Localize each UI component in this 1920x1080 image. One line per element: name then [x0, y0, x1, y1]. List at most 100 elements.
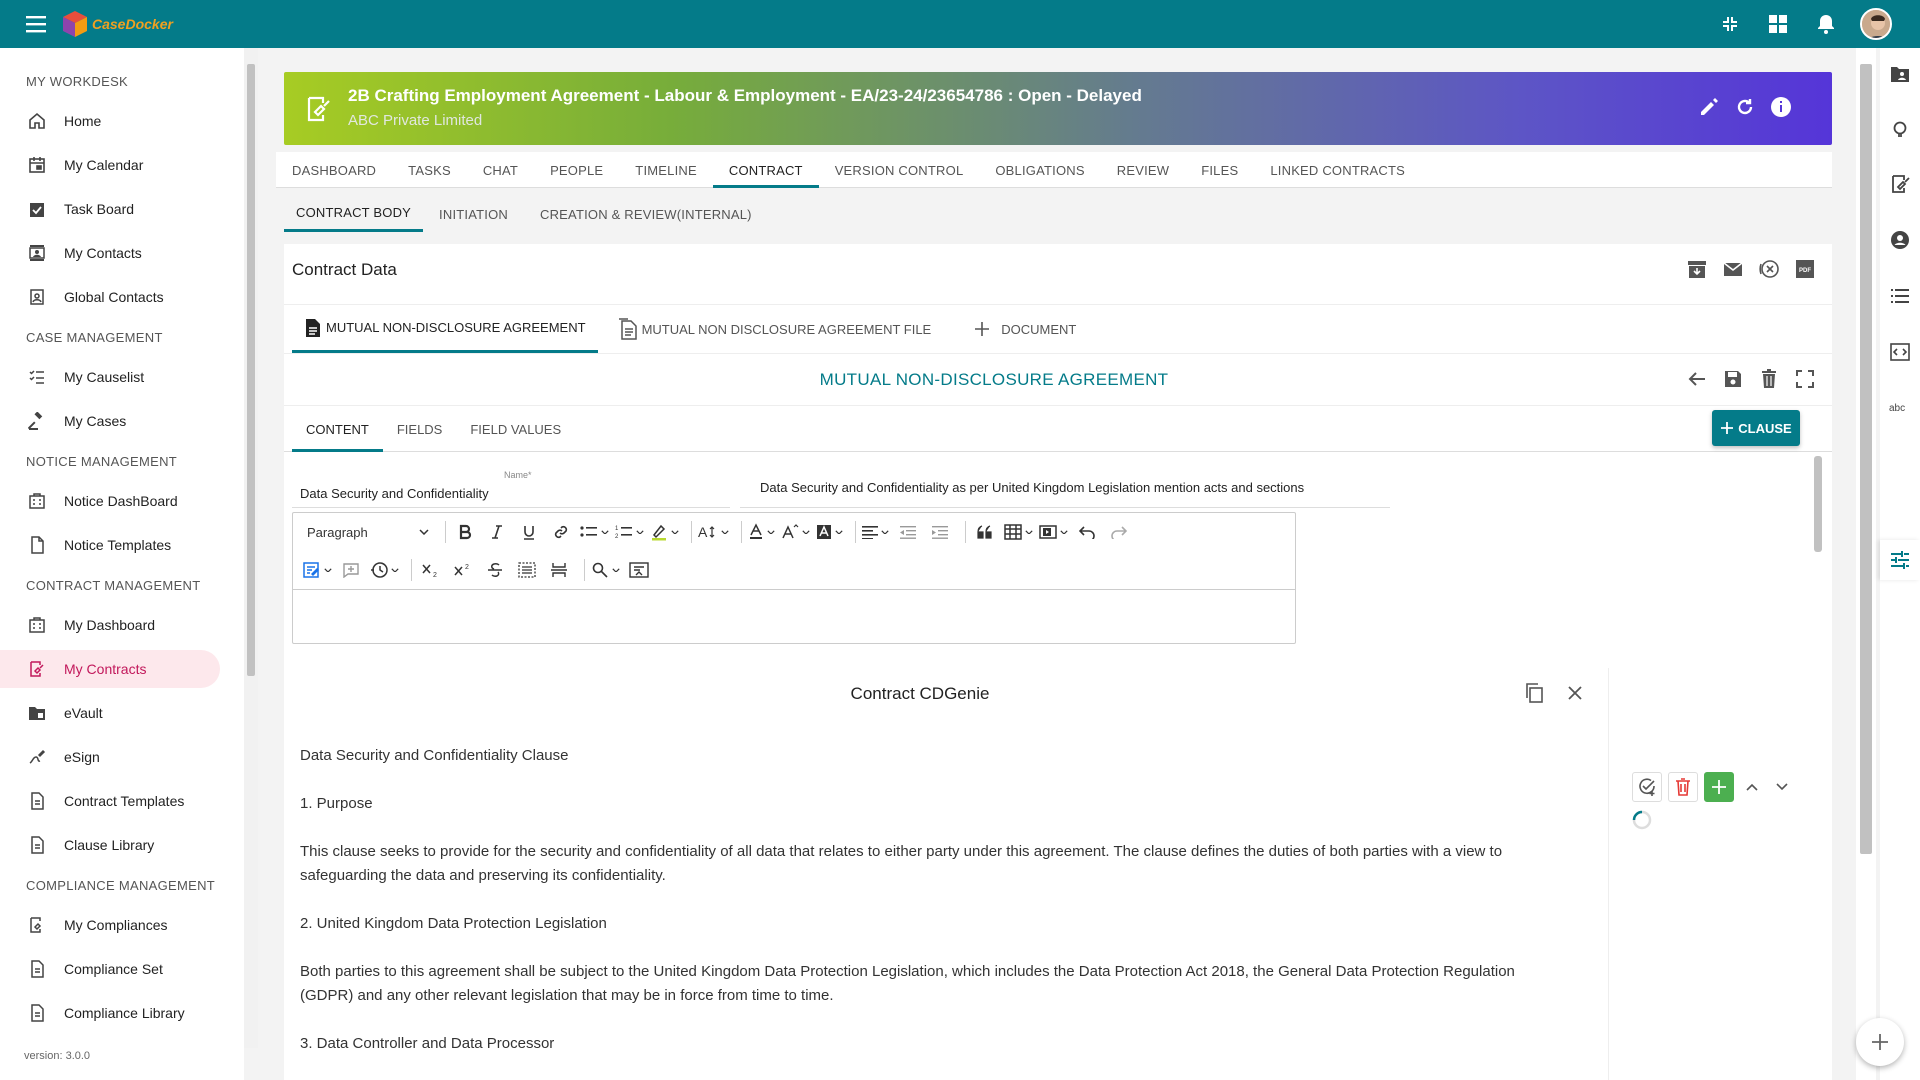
fullscreen-icon[interactable] — [1794, 368, 1816, 390]
tab-obligations[interactable]: OBLIGATIONS — [979, 152, 1100, 188]
spellcheck-icon[interactable]: abc — [1888, 396, 1912, 420]
add-clause-item-button[interactable] — [1704, 772, 1734, 802]
move-down-button[interactable] — [1770, 775, 1794, 799]
add-comment-button[interactable] — [338, 555, 364, 585]
sidebar-item-my-contracts[interactable]: My Contracts — [0, 650, 220, 688]
refresh-icon[interactable] — [1734, 96, 1756, 118]
save-icon[interactable] — [1722, 368, 1744, 390]
outdent-button[interactable] — [895, 517, 921, 547]
tab-linked-contracts[interactable]: LINKED CONTRACTS — [1254, 152, 1421, 188]
font-family-button[interactable] — [781, 517, 810, 547]
sidebar-scrollbar[interactable] — [244, 48, 258, 1048]
bulleted-list-button[interactable] — [580, 517, 609, 547]
main-scrollbar[interactable] — [1856, 48, 1876, 1080]
clause-name-field[interactable]: Name* Data Security and Confidentiality — [292, 468, 730, 508]
editor-content-area[interactable] — [293, 589, 1295, 643]
sidebar-item-compliance-set[interactable]: Compliance Set — [0, 950, 220, 988]
sidebar-item-home[interactable]: Home — [0, 102, 220, 140]
undo-button[interactable] — [1074, 517, 1100, 547]
blockquote-button[interactable] — [972, 517, 998, 547]
underline-button[interactable] — [516, 517, 542, 547]
back-arrow-icon[interactable] — [1686, 368, 1708, 390]
sidebar-item-my-compliances[interactable]: My Compliances — [0, 906, 220, 944]
highlight-button[interactable] — [650, 517, 679, 547]
tab-tasks[interactable]: TASKS — [392, 152, 467, 188]
tab-files[interactable]: FILES — [1185, 152, 1254, 188]
sidebar-item-global-contacts[interactable]: Global Contacts — [0, 278, 220, 316]
tab-agreement-file[interactable]: MUTUAL NON DISCLOSURE AGREEMENT FILE — [606, 305, 944, 353]
indent-button[interactable] — [927, 517, 953, 547]
approve-clause-button[interactable] — [1632, 772, 1662, 802]
tab-agreement[interactable]: MUTUAL NON-DISCLOSURE AGREEMENT — [292, 305, 598, 353]
move-up-button[interactable] — [1740, 775, 1764, 799]
account-circle-icon[interactable] — [1888, 228, 1912, 252]
notification-bell-icon[interactable] — [1812, 10, 1840, 38]
bold-button[interactable] — [452, 517, 478, 547]
superscript-button[interactable]: 2 — [450, 555, 476, 585]
sidebar-item-my-calendar[interactable]: My Calendar — [0, 146, 220, 184]
tab-fields[interactable]: FIELDS — [383, 406, 457, 452]
apps-grid-icon[interactable] — [1764, 10, 1792, 38]
find-replace-button[interactable] — [591, 555, 620, 585]
email-icon[interactable] — [1722, 258, 1744, 280]
pdf-icon[interactable]: PDF — [1794, 258, 1816, 280]
sidebar-item-clause-library[interactable]: Clause Library — [0, 826, 220, 864]
subscript-button[interactable]: 2 — [418, 555, 444, 585]
sidebar-item-task-board[interactable]: Task Board — [0, 190, 220, 228]
clause-description-field[interactable]: Data Security and Confidentiality as per… — [740, 468, 1390, 508]
page-break-button[interactable] — [546, 555, 572, 585]
app-logo[interactable]: CaseDocker — [62, 10, 173, 38]
edit-pencil-icon[interactable] — [1698, 96, 1720, 118]
numbered-list-button[interactable]: 12 — [615, 517, 644, 547]
sidebar-item-my-cases[interactable]: My Cases — [0, 402, 220, 440]
lightbulb-icon[interactable] — [1888, 118, 1912, 142]
tab-content[interactable]: CONTENT — [292, 406, 383, 452]
tab-timeline[interactable]: TIMELINE — [619, 152, 713, 188]
tab-field-values[interactable]: FIELD VALUES — [456, 406, 575, 452]
redo-button[interactable] — [1106, 517, 1132, 547]
folder-person-icon[interactable] — [1888, 62, 1912, 86]
show-blocks-button[interactable] — [626, 555, 652, 585]
sidebar-item-evault[interactable]: eVault — [0, 694, 220, 732]
list-icon[interactable] — [1888, 284, 1912, 308]
tab-chat[interactable]: CHAT — [467, 152, 534, 188]
revision-history-button[interactable] — [370, 555, 399, 585]
tab-contract[interactable]: CONTRACT — [712, 152, 819, 188]
delete-clause-button[interactable] — [1668, 772, 1698, 802]
content-scrollbar[interactable] — [1814, 456, 1822, 552]
sidebar-item-contract-templates[interactable]: Contract Templates — [0, 782, 220, 820]
archive-icon[interactable] — [1686, 258, 1708, 280]
font-size-button[interactable]: A — [698, 517, 729, 547]
tab-people[interactable]: PEOPLE — [534, 152, 619, 188]
link-button[interactable] — [548, 517, 574, 547]
cancel-circle-icon[interactable] — [1758, 258, 1780, 280]
sidebar-item-notice-dashboard[interactable]: Notice DashBoard — [0, 482, 220, 520]
sidebar-item-my-dashboard[interactable]: My Dashboard — [0, 606, 220, 644]
sidebar-item-my-causelist[interactable]: My Causelist — [0, 358, 220, 396]
font-color-button[interactable] — [748, 517, 775, 547]
strikethrough-button[interactable] — [482, 555, 508, 585]
floating-add-button[interactable] — [1856, 1018, 1904, 1066]
paragraph-select[interactable]: Paragraph — [303, 517, 433, 547]
tab-creation-review[interactable]: CREATION & REVIEW(INTERNAL) — [524, 196, 768, 232]
tab-review[interactable]: REVIEW — [1101, 152, 1185, 188]
hamburger-menu-icon[interactable] — [24, 13, 48, 35]
insert-table-button[interactable] — [1004, 517, 1033, 547]
collapse-icon[interactable] — [1716, 10, 1744, 38]
tab-initiation[interactable]: INITIATION — [423, 196, 524, 232]
close-icon[interactable] — [1564, 682, 1586, 704]
add-clause-button[interactable]: CLAUSE — [1712, 410, 1800, 446]
main-scrollbar-thumb[interactable] — [1860, 64, 1872, 854]
tab-dashboard[interactable]: DASHBOARD — [276, 152, 392, 188]
sidebar-scrollbar-thumb[interactable] — [247, 64, 255, 676]
info-icon[interactable] — [1770, 96, 1792, 118]
user-avatar[interactable] — [1860, 8, 1892, 40]
select-all-button[interactable] — [514, 555, 540, 585]
tab-version-control[interactable]: VERSION CONTROL — [819, 152, 980, 188]
italic-button[interactable] — [484, 517, 510, 547]
code-icon[interactable] — [1888, 340, 1912, 364]
sidebar-item-esign[interactable]: eSign — [0, 738, 220, 776]
copy-icon[interactable] — [1524, 682, 1546, 704]
right-rail-active-item[interactable] — [1880, 540, 1920, 580]
background-color-button[interactable] — [816, 517, 843, 547]
